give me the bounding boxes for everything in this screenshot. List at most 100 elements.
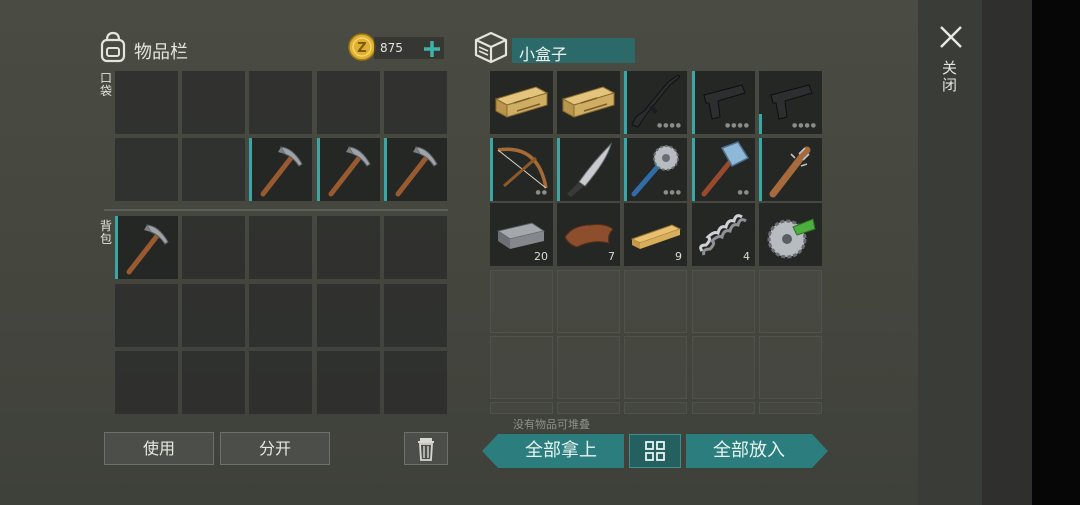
pocket-label: 口袋 (100, 71, 113, 98)
right-edge (982, 0, 1032, 505)
ammo-dots: ●●●● (657, 122, 682, 129)
container-slot[interactable] (759, 270, 822, 333)
container-slot[interactable] (490, 336, 553, 399)
box-icon (474, 31, 508, 64)
pocket-slot[interactable] (317, 71, 380, 134)
trash-icon (418, 438, 434, 461)
sort-button[interactable] (629, 434, 681, 468)
item-count: 7 (608, 250, 615, 263)
container-slot-spring[interactable]: 4 (692, 203, 755, 266)
container-slot-leather[interactable]: 7 (557, 203, 620, 266)
backpack-slot[interactable] (115, 284, 178, 347)
ammo-box-icon (494, 86, 549, 118)
container-slot-machete[interactable] (557, 138, 620, 201)
container-slot[interactable] (624, 270, 687, 333)
backpack-slot[interactable] (182, 284, 245, 347)
item-count: 9 (675, 250, 682, 263)
ammo-dots: ●● (737, 189, 750, 196)
container-slot[interactable] (624, 402, 687, 414)
container-slot[interactable] (692, 336, 755, 399)
pocket-slot[interactable] (115, 71, 178, 134)
container-slot[interactable] (624, 336, 687, 399)
backpack-label: 背包 (100, 219, 113, 246)
container-slot-pistol[interactable]: ●●●● (692, 71, 755, 134)
saw-blade-icon (767, 218, 816, 259)
backpack-slot[interactable] (384, 351, 447, 414)
container-slot-sledgehammer[interactable]: ●● (692, 138, 755, 201)
pocket-slot[interactable] (182, 71, 245, 134)
container-slot[interactable] (692, 270, 755, 333)
backpack-slot[interactable] (182, 351, 245, 414)
container-slot-saw-blade[interactable] (759, 203, 822, 266)
container-slot-pistol[interactable]: ●●●● (759, 71, 822, 134)
backpack-slot[interactable] (249, 216, 312, 279)
container-slot-iron-bar[interactable]: 20 (490, 203, 553, 266)
put-all-label: 全部放入 (713, 440, 785, 461)
far-right-bar (1032, 0, 1080, 505)
machete-icon (567, 142, 612, 197)
put-all-button[interactable]: 全部放入 (686, 434, 828, 468)
container-slot-crossbow[interactable]: ●● (490, 138, 553, 201)
nail-bat-icon (769, 146, 811, 198)
section-divider (104, 209, 448, 211)
container-slot-ammo-box[interactable] (490, 71, 553, 134)
pocket-slot[interactable] (115, 138, 178, 201)
pocket-slot-pickaxe[interactable] (384, 138, 447, 201)
ammo-dots: ●● (535, 189, 548, 196)
svg-text:Z: Z (357, 41, 366, 56)
pocket-slot[interactable] (384, 71, 447, 134)
container-slot-saw-mace[interactable]: ●●● (624, 138, 687, 201)
split-button[interactable]: 分开 (220, 432, 330, 465)
backpack-slot[interactable] (249, 351, 312, 414)
pickaxe-icon (328, 146, 371, 197)
pickaxe-icon (260, 146, 303, 197)
pocket-slot[interactable] (249, 71, 312, 134)
backpack-slot[interactable] (115, 351, 178, 414)
close-button[interactable]: 关闭 (936, 22, 966, 102)
coin-icon: Z (348, 33, 376, 61)
container-slot[interactable] (759, 336, 822, 399)
container-slot[interactable] (490, 270, 553, 333)
backpack-icon (100, 31, 126, 63)
container-slot[interactable] (557, 270, 620, 333)
ammo-dots: ●●●● (792, 122, 817, 129)
container-slot[interactable] (557, 336, 620, 399)
no-stack-hint: 没有物品可堆叠 (513, 418, 590, 431)
container-slot[interactable] (692, 402, 755, 414)
container-slot[interactable] (759, 402, 822, 414)
backpack-slot[interactable] (249, 284, 312, 347)
take-all-button[interactable]: 全部拿上 (482, 434, 624, 468)
pickaxe-icon (395, 146, 438, 197)
pocket-slot-pickaxe[interactable] (317, 138, 380, 201)
grid-icon (645, 441, 665, 461)
item-count: 20 (534, 250, 548, 263)
container-slot[interactable] (490, 402, 553, 414)
use-button[interactable]: 使用 (104, 432, 214, 465)
item-count: 4 (743, 250, 750, 263)
add-coins-button[interactable] (422, 39, 442, 59)
backpack-slot-pickaxe[interactable] (115, 216, 178, 279)
backpack-slot[interactable] (317, 284, 380, 347)
trash-button[interactable] (404, 432, 448, 465)
container-slot[interactable] (557, 402, 620, 414)
backpack-slot[interactable] (384, 284, 447, 347)
close-icon (940, 26, 962, 48)
ammo-dots: ●●●● (725, 122, 750, 129)
backpack-slot[interactable] (384, 216, 447, 279)
backpack-slot[interactable] (317, 351, 380, 414)
container-title-field[interactable]: 小盒子 (512, 38, 635, 64)
ammo-box-icon (561, 86, 616, 118)
pocket-slot-pickaxe[interactable] (249, 138, 312, 201)
container-slot-rifle[interactable]: ●●●● (624, 71, 687, 134)
coin-count: 875 (380, 41, 403, 55)
backpack-slot[interactable] (317, 216, 380, 279)
backpack-slot[interactable] (182, 216, 245, 279)
pickaxe-icon (126, 224, 169, 275)
take-all-label: 全部拿上 (525, 440, 597, 461)
ammo-dots: ●●● (663, 189, 682, 196)
container-slot-nail-bat[interactable] (759, 138, 822, 201)
pocket-slot[interactable] (182, 138, 245, 201)
container-slot-wood-plank[interactable]: 9 (624, 203, 687, 266)
container-slot-ammo-box[interactable] (557, 71, 620, 134)
container-title: 小盒子 (519, 45, 568, 64)
